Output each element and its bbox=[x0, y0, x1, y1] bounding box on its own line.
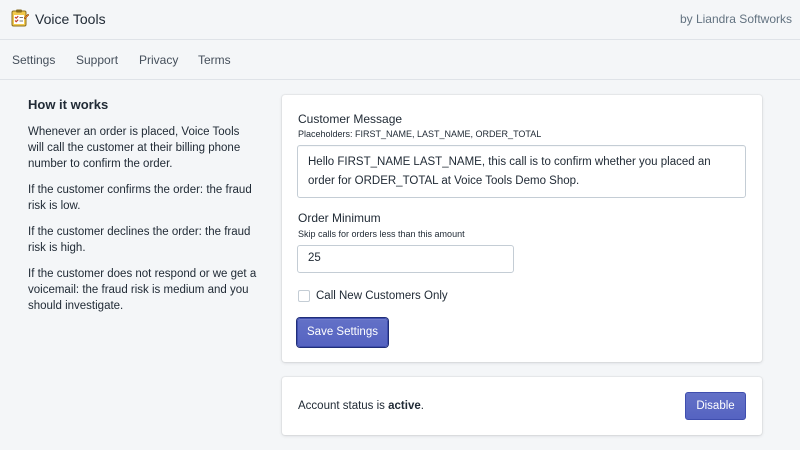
customer-message-help: Placeholders: FIRST_NAME, LAST_NAME, ORD… bbox=[298, 129, 542, 139]
settings-card: Customer Message Placeholders: FIRST_NAM… bbox=[282, 95, 762, 362]
nav-settings[interactable]: Settings bbox=[12, 53, 55, 67]
customer-message-textarea[interactable]: Hello FIRST_NAME LAST_NAME, this call is… bbox=[297, 145, 746, 198]
checklist-clipboard-icon bbox=[10, 8, 30, 28]
app-title: Voice Tools bbox=[35, 11, 106, 27]
how-it-works-heading: How it works bbox=[28, 97, 109, 112]
order-minimum-input[interactable]: 25 bbox=[297, 245, 514, 273]
new-customers-checkbox[interactable] bbox=[298, 290, 310, 302]
save-settings-button[interactable]: Save Settings bbox=[297, 318, 388, 347]
main-nav: Settings Support Privacy Terms bbox=[0, 40, 800, 80]
how-it-works-section: How it works Whenever an order is placed… bbox=[28, 97, 258, 324]
account-status-value: active bbox=[388, 400, 421, 412]
new-customers-label[interactable]: Call New Customers Only bbox=[316, 290, 448, 302]
account-status-suffix: . bbox=[420, 400, 424, 412]
nav-support[interactable]: Support bbox=[76, 53, 118, 67]
how-it-works-paragraph: Whenever an order is placed, Voice Tools… bbox=[28, 126, 241, 170]
account-status-text: Account status is active. bbox=[298, 400, 424, 412]
account-status-prefix: Account status is bbox=[298, 400, 389, 412]
customer-message-label: Customer Message bbox=[298, 112, 403, 126]
order-minimum-help: Skip calls for orders less than this amo… bbox=[298, 229, 465, 239]
order-minimum-label: Order Minimum bbox=[298, 211, 381, 225]
account-status-card: Account status is active. Disable bbox=[282, 377, 762, 435]
how-it-works-paragraph: If the customer confirms the order: the … bbox=[28, 184, 252, 212]
nav-terms[interactable]: Terms bbox=[198, 53, 231, 67]
how-it-works-paragraph: If the customer does not respond or we g… bbox=[28, 268, 257, 312]
nav-privacy[interactable]: Privacy bbox=[139, 53, 178, 67]
developer-credit: by Liandra Softworks bbox=[679, 12, 792, 26]
disable-button[interactable]: Disable bbox=[685, 392, 746, 420]
how-it-works-paragraph: If the customer declines the order: the … bbox=[28, 226, 251, 254]
top-bar: Voice Tools by Liandra Softworks bbox=[0, 0, 800, 40]
